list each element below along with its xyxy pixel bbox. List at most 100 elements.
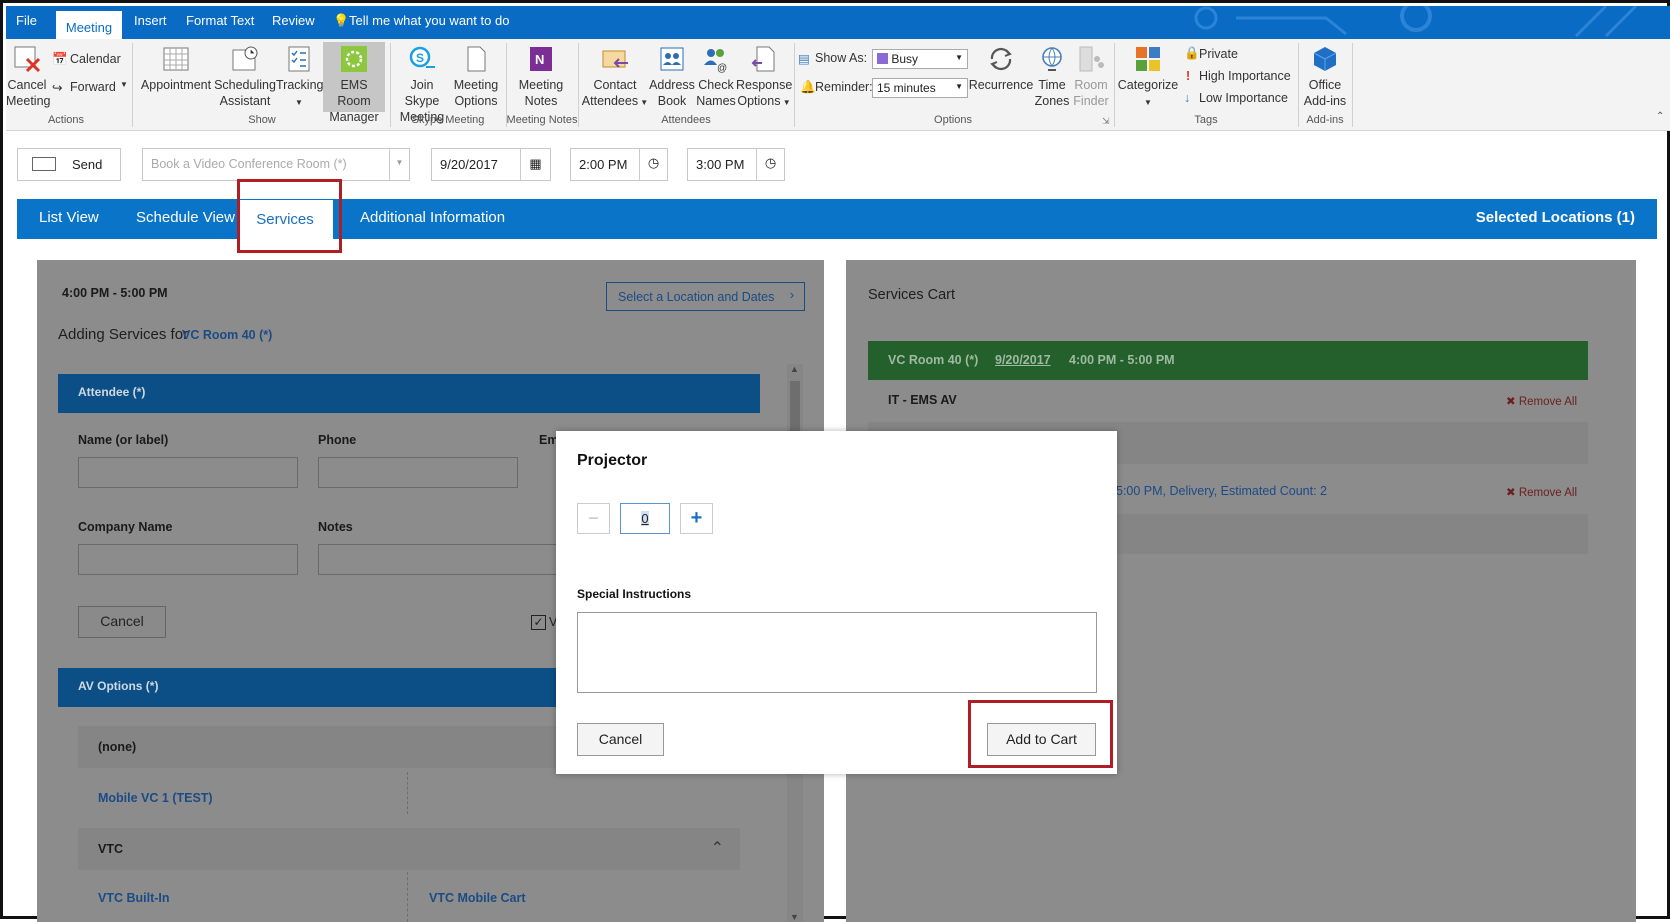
attendee-cancel-button[interactable]: Cancel <box>78 606 166 638</box>
select-location-label: Select a Location and Dates <box>618 290 775 304</box>
office-add-ins-label-2: Add-ins <box>1303 94 1347 108</box>
office-add-ins-button[interactable]: Office Add-ins <box>1300 45 1350 109</box>
notes-input[interactable] <box>318 544 558 575</box>
room-link[interactable]: VC Room 40 (*) <box>182 328 272 342</box>
chevron-down-icon: ▼ <box>389 149 409 180</box>
ems-room-manager-button[interactable]: EMS Room Manager <box>323 42 385 124</box>
contact-attendees-label-2: Attendees <box>581 94 639 108</box>
contact-attendees-button[interactable]: Contact Attendees ▼ <box>580 45 650 111</box>
join-skype-meeting-button[interactable]: S Join Skype Meeting <box>392 45 452 125</box>
reminder-select[interactable]: 15 minutes ▼ <box>872 78 968 98</box>
increment-button[interactable]: + <box>680 503 713 534</box>
selected-locations[interactable]: Selected Locations (1) <box>1476 209 1635 226</box>
meeting-options-button[interactable]: Meeting Options <box>450 45 502 109</box>
categorize-label: Categorize <box>1117 78 1179 92</box>
company-input[interactable] <box>78 544 298 575</box>
dialog-title: Projector <box>577 452 648 469</box>
start-time-value: 2:00 PM <box>579 157 628 172</box>
check-names-label-1: Check <box>698 78 734 92</box>
phone-input[interactable] <box>318 457 518 488</box>
address-book-button[interactable]: Address Book <box>648 45 696 109</box>
time-zones-label-2: Zones <box>1034 94 1070 108</box>
tab-schedule-view[interactable]: Schedule View <box>136 209 235 226</box>
cart-room: VC Room 40 (*) <box>888 353 979 367</box>
appointment-button[interactable]: Appointment <box>139 45 213 93</box>
calendar-picker-icon[interactable]: ▦ <box>520 149 550 180</box>
low-importance-button[interactable]: Low Importance <box>1199 91 1288 105</box>
checkbox-checked[interactable]: ✓ <box>531 615 546 630</box>
recurrence-button[interactable]: Recurrence <box>968 45 1034 93</box>
high-importance-button[interactable]: High Importance <box>1199 69 1291 83</box>
highlight-add-to-cart <box>968 700 1113 768</box>
room-select[interactable]: Book a Video Conference Room (*) ▼ <box>142 148 410 181</box>
cart-title: Services Cart <box>868 287 956 303</box>
chevron-up-icon[interactable]: ⌃ <box>711 838 724 858</box>
remove-all-link[interactable]: ✖ Remove All <box>1506 394 1577 408</box>
option-vtc-built-in[interactable]: VTC Built-In <box>98 891 170 905</box>
time-zones-button[interactable]: Time Zones <box>1032 45 1072 109</box>
tab-format-text[interactable]: Format Text <box>186 13 254 28</box>
calendar-button[interactable]: Calendar <box>70 52 121 66</box>
collapse-ribbon-icon[interactable]: ⌃ <box>1656 111 1664 122</box>
option-mobile-vc[interactable]: Mobile VC 1 (TEST) <box>98 791 213 805</box>
cancel-meeting-button[interactable]: Cancel Meeting <box>6 45 50 109</box>
scroll-up-icon[interactable]: ▲ <box>790 364 799 374</box>
dialog-cancel-button[interactable]: Cancel <box>577 723 664 756</box>
tracking-button[interactable]: Tracking ▼ <box>276 45 323 111</box>
meeting-options-icon <box>467 46 486 72</box>
scheduling-assistant-button[interactable]: Scheduling Assistant <box>214 45 276 109</box>
cart-item-line[interactable]: 5:00 PM, Delivery, Estimated Count: 2 <box>1116 484 1327 498</box>
select-location-button[interactable]: Select a Location and Dates › <box>606 282 805 311</box>
tab-file[interactable]: File <box>16 13 37 28</box>
quantity-input[interactable]: 0 <box>620 503 670 534</box>
check-names-button[interactable]: @ Check Names <box>694 45 738 109</box>
show-as-label: Show As: <box>815 51 868 65</box>
svg-text:N: N <box>535 52 544 67</box>
room-finder-button[interactable]: Room Finder <box>1070 45 1112 109</box>
tab-review[interactable]: Review <box>272 13 315 28</box>
categorize-button[interactable]: Categorize ▼ <box>1116 45 1180 111</box>
clock-icon[interactable]: ◷ <box>756 149 784 180</box>
remove-all-link[interactable]: ✖ Remove All <box>1506 485 1577 499</box>
tab-meeting[interactable]: Meeting <box>56 11 122 39</box>
forward-icon: ↪ <box>52 81 63 95</box>
response-options-button[interactable]: Response Options ▼ <box>736 45 792 111</box>
time-range: 4:00 PM - 5:00 PM <box>62 286 168 300</box>
cart-time: 4:00 PM - 5:00 PM <box>1069 353 1175 367</box>
clock-icon[interactable]: ◷ <box>639 149 667 180</box>
send-icon <box>32 157 56 171</box>
show-as-value: Busy <box>891 52 919 66</box>
attendee-header[interactable]: Attendee (*) <box>58 374 760 413</box>
group-show-label: Show <box>248 114 276 126</box>
special-instructions-textarea[interactable] <box>577 612 1097 693</box>
option-vtc-mobile-cart[interactable]: VTC Mobile Cart <box>429 891 526 905</box>
scroll-down-icon[interactable]: ▼ <box>790 912 799 922</box>
tab-insert[interactable]: Insert <box>134 13 167 28</box>
forward-button[interactable]: Forward <box>70 80 116 94</box>
meeting-notes-label-1: Meeting <box>518 78 564 92</box>
categorize-icon <box>1136 47 1160 71</box>
scheduling-label-1: Scheduling <box>214 78 276 92</box>
scheduling-label-2: Assistant <box>219 94 271 108</box>
tab-list-view[interactable]: List View <box>39 209 99 226</box>
dialog-launcher-icon[interactable]: ⇲ <box>1102 116 1110 127</box>
send-button[interactable]: Send <box>17 148 121 181</box>
tell-me-search[interactable]: Tell me what you want to do <box>349 13 509 28</box>
vtc-group-row[interactable]: VTC ⌃ <box>78 828 740 870</box>
check-names-icon: @ <box>704 49 727 73</box>
circuit-decoration-icon <box>1194 6 1638 38</box>
tab-additional-information[interactable]: Additional Information <box>360 209 505 226</box>
cart-date-link[interactable]: 9/20/2017 <box>995 353 1051 367</box>
private-button[interactable]: Private <box>1199 47 1238 61</box>
bell-icon: 🔔 <box>800 80 816 94</box>
response-options-label-1: Response <box>736 78 793 92</box>
end-time-field[interactable]: 3:00 PM ◷ <box>687 148 785 181</box>
show-as-select[interactable]: Busy ▼ <box>872 49 968 69</box>
date-field[interactable]: 9/20/2017 ▦ <box>431 148 551 181</box>
option-divider <box>407 872 408 922</box>
meeting-notes-button[interactable]: N Meeting Notes <box>513 45 569 109</box>
room-finder-label-2: Finder <box>1073 94 1109 108</box>
decrement-button[interactable]: − <box>577 503 610 534</box>
name-input[interactable] <box>78 457 298 488</box>
start-time-field[interactable]: 2:00 PM ◷ <box>570 148 668 181</box>
